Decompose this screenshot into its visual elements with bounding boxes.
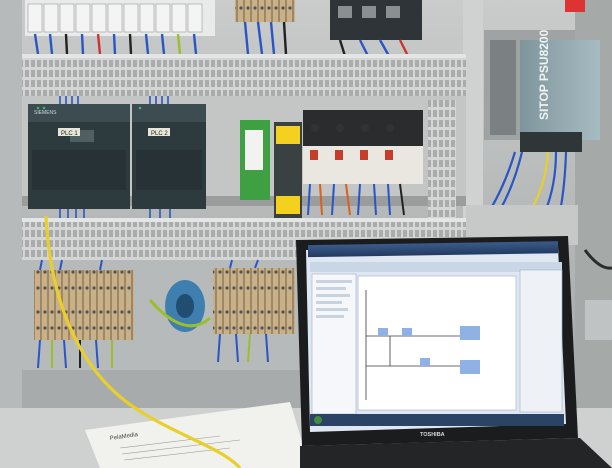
psu-label: SITOP PSU8200 <box>537 29 551 120</box>
plc-module-1: SIEMENS PLC 1 <box>28 104 130 209</box>
terminal-block-right <box>213 268 295 334</box>
photo-canvas: SITOP PSU8200 SIEMENS PLC 1 PLC 2 PelaMe… <box>0 0 612 468</box>
plc-2-label: PLC 2 <box>151 131 168 137</box>
terminal-block-left <box>34 270 134 340</box>
taskbar <box>310 414 564 426</box>
laptop-brand: TOSHIBA <box>420 432 445 438</box>
side-cable-duct <box>428 100 456 218</box>
upper-cable-duct <box>22 54 466 96</box>
electrical-panel-photo: SITOP PSU8200 SIEMENS PLC 1 PLC 2 PelaMe… <box>0 0 612 468</box>
plc-1-label: PLC 1 <box>61 131 78 137</box>
power-supply-unit: SITOP PSU8200 <box>484 29 600 152</box>
red-indicator <box>565 0 585 12</box>
cabinet-left-frame <box>0 0 22 468</box>
relay-bank <box>303 110 423 184</box>
laptop: TOSHIBA <box>296 236 612 468</box>
plc-module-2: PLC 2 <box>132 104 206 209</box>
plc-brand-label: SIEMENS <box>34 110 57 116</box>
